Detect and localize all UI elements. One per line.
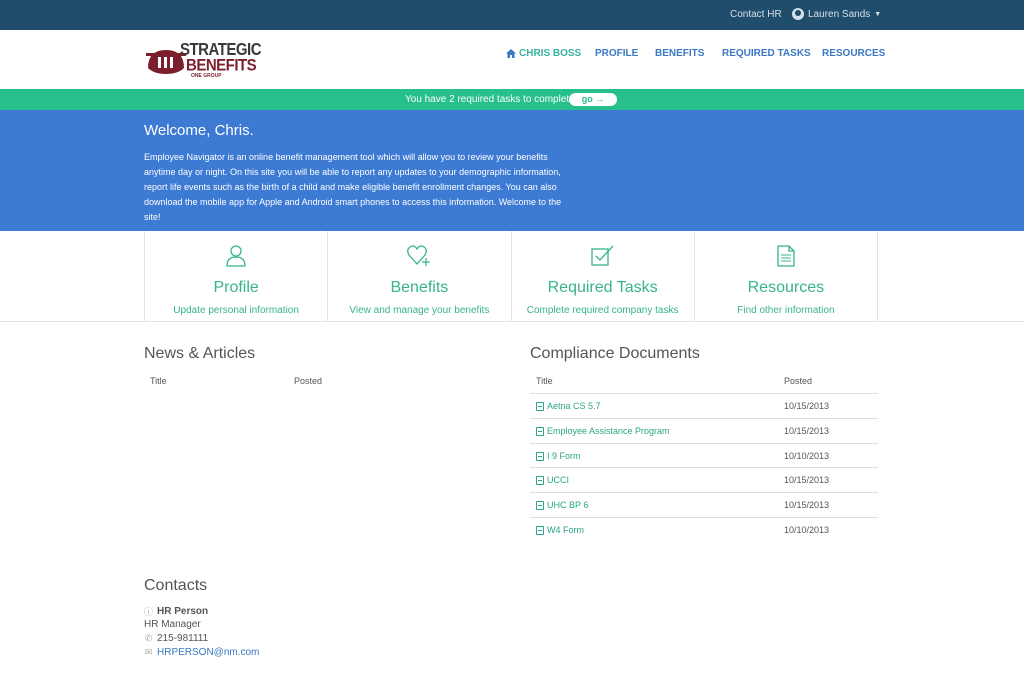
quick-links: Profile Update personal information Bene… <box>144 231 878 322</box>
nav-item-profile[interactable]: PROFILE <box>595 48 638 59</box>
compliance-col-title[interactable]: Title <box>536 376 553 386</box>
document-name: W4 Form <box>547 525 584 535</box>
tile-subtitle: View and manage your benefits <box>349 305 490 316</box>
banner-message: You have 2 required tasks to complete <box>405 94 575 105</box>
top-bar: Contact HR Lauren Sands ▼ <box>0 0 1024 30</box>
tile-subtitle: Update personal information <box>173 305 299 316</box>
compliance-col-posted[interactable]: Posted <box>784 376 812 386</box>
user-avatar-icon <box>792 8 804 20</box>
contacts-title: Contacts <box>144 577 208 594</box>
table-row: Aetna CS 5.7 10/15/2013 <box>530 393 878 417</box>
table-row: W4 Form 10/10/2013 <box>530 517 878 541</box>
document-date: 10/15/2013 <box>784 475 830 485</box>
document-link[interactable]: Aetna CS 5.7 <box>536 401 601 411</box>
document-icon <box>777 245 795 267</box>
contact-name-row: ⓘ HR Person <box>144 605 208 618</box>
pdf-icon <box>536 500 544 510</box>
document-date: 10/10/2013 <box>784 451 830 461</box>
checkbox-icon <box>590 245 614 266</box>
document-link[interactable]: I 9 Form <box>536 451 581 461</box>
person-icon <box>226 245 246 267</box>
document-link[interactable]: Employee Assistance Program <box>536 426 670 436</box>
required-tasks-banner: You have 2 required tasks to complete go… <box>0 89 1024 110</box>
document-name: I 9 Form <box>547 451 581 461</box>
table-row: Employee Assistance Program 10/15/2013 <box>530 418 878 442</box>
heart-plus-icon <box>407 245 431 266</box>
tile-title: Required Tasks <box>547 279 658 296</box>
logo-text-line3: ONE GROUP <box>191 73 222 79</box>
tile-title: Benefits <box>390 279 449 296</box>
contact-email-row: ✉ HRPERSON@nm.com <box>144 647 260 658</box>
document-date: 10/15/2013 <box>784 401 830 411</box>
user-name: Lauren Sands <box>808 8 871 20</box>
document-name: Employee Assistance Program <box>547 426 670 436</box>
document-date: 10/10/2013 <box>784 525 830 535</box>
pdf-icon <box>536 525 544 535</box>
document-date: 10/15/2013 <box>784 426 830 436</box>
tile-subtitle: Complete required company tasks <box>526 305 679 316</box>
document-link[interactable]: UHC BP 6 <box>536 500 588 510</box>
nav-item-home[interactable]: CHRIS BOSS <box>506 48 581 59</box>
table-row: UHC BP 6 10/15/2013 <box>530 492 878 516</box>
table-row: UCCI 10/15/2013 <box>530 467 878 491</box>
tile-profile[interactable]: Profile Update personal information <box>144 231 327 322</box>
phone-icon: ✆ <box>144 633 153 643</box>
welcome-body: Employee Navigator is an online benefit … <box>144 152 562 222</box>
document-name: UCCI <box>547 475 569 485</box>
document-name: Aetna CS 5.7 <box>547 401 601 411</box>
divider <box>0 321 1024 322</box>
tile-subtitle: Find other information <box>737 305 835 316</box>
info-icon: ⓘ <box>144 607 154 617</box>
contact-role: HR Manager <box>144 619 201 630</box>
news-title: News & Articles <box>144 345 256 362</box>
nav-item-required-tasks[interactable]: REQUIRED TASKS <box>722 48 811 59</box>
contact-email-link[interactable]: HRPERSON@nm.com <box>157 647 259 658</box>
tile-title: Resources <box>747 279 825 296</box>
pdf-icon <box>536 451 544 461</box>
site-header: STRATEGIC BENEFITS ONE GROUP CHRIS BOSS … <box>0 30 1024 89</box>
news-col-title[interactable]: Title <box>150 376 167 386</box>
table-row: I 9 Form 10/10/2013 <box>530 443 878 467</box>
nav-item-benefits[interactable]: BENEFITS <box>655 48 704 59</box>
tile-resources[interactable]: Resources Find other information <box>693 231 878 322</box>
document-name: UHC BP 6 <box>547 500 589 510</box>
welcome-title: Welcome, Chris. <box>144 122 254 139</box>
user-menu[interactable]: Lauren Sands ▼ <box>792 8 881 20</box>
main-nav: CHRIS BOSS PROFILE BENEFITS REQUIRED TAS… <box>0 48 1024 62</box>
document-date: 10/15/2013 <box>784 500 830 510</box>
pdf-icon <box>536 426 544 436</box>
nav-item-resources[interactable]: RESOURCES <box>822 48 885 59</box>
pdf-icon <box>536 475 544 485</box>
nav-item-label: CHRIS BOSS <box>519 48 582 59</box>
caret-down-icon: ▼ <box>874 10 882 18</box>
contact-phone: 215-981111 <box>157 633 209 644</box>
mail-icon: ✉ <box>144 647 153 657</box>
document-link[interactable]: UCCI <box>536 475 569 485</box>
go-button[interactable]: go → <box>569 93 617 106</box>
document-link[interactable]: W4 Form <box>536 525 584 535</box>
compliance-title: Compliance Documents <box>530 345 700 362</box>
tile-title: Profile <box>213 279 259 296</box>
welcome-panel: Welcome, Chris. Employee Navigator is an… <box>0 110 1024 231</box>
news-col-posted[interactable]: Posted <box>294 376 322 386</box>
home-icon <box>506 49 516 58</box>
tile-benefits[interactable]: Benefits View and manage your benefits <box>327 231 510 322</box>
contact-name: HR Person <box>157 606 209 617</box>
contact-phone-row: ✆ 215-981111 <box>144 633 208 644</box>
pdf-icon <box>536 401 544 411</box>
tile-required-tasks[interactable]: Required Tasks Complete required company… <box>510 231 694 322</box>
contact-hr-link[interactable]: Contact HR <box>730 9 782 20</box>
